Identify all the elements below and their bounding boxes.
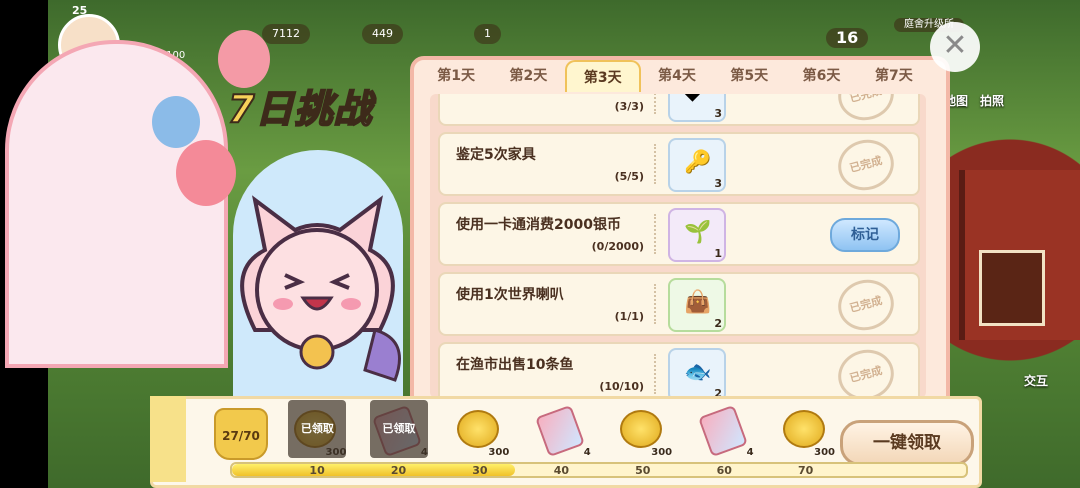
claim-all-button[interactable]: 一键领取 <box>840 420 974 466</box>
milestone-count: 4 <box>583 447 591 458</box>
task-reward[interactable]: ◆3 <box>668 94 726 122</box>
task-reward[interactable]: 🌱 1 <box>668 208 726 262</box>
milestone-reward[interactable]: 300 <box>777 400 835 458</box>
milestone-tick: 70 <box>798 464 814 477</box>
close-icon: ✕ <box>942 28 968 63</box>
blue-item-icon: ◆ <box>684 94 701 105</box>
reward-bar-accent <box>150 396 186 482</box>
tab-day-1[interactable]: 第1天 <box>420 60 492 92</box>
task-divider <box>654 144 656 184</box>
task-row: 使用一卡通消费2000银币 (0/2000) 🌱 1 标记 <box>438 202 920 266</box>
currency-2: 449 <box>362 24 403 44</box>
tab-day-7[interactable]: 第7天 <box>858 60 930 92</box>
milestone-reward[interactable]: 4 <box>696 400 754 458</box>
task-progress: (0/2000) <box>591 240 644 253</box>
milestone-tick: 60 <box>716 464 732 477</box>
task-progress: (1/1) <box>614 310 644 323</box>
coin-icon <box>457 410 500 448</box>
currency-3: 1 <box>474 24 501 44</box>
reward-count: 1 <box>714 247 722 260</box>
task-divider <box>654 284 656 324</box>
reward-count: 2 <box>714 317 722 330</box>
milestone-reward[interactable]: 300 <box>614 400 672 458</box>
task-row: 在渔市出售10条鱼 (10/10) 🐟 2 已完成 <box>438 342 920 398</box>
rattle-icon: 🔑 <box>684 150 712 175</box>
tab-day-6[interactable]: 第6天 <box>785 60 857 92</box>
fish-icon: 🐟 <box>684 360 712 385</box>
task-reward[interactable]: 👜 2 <box>668 278 726 332</box>
completed-stamp: 已完成 <box>832 94 900 127</box>
progress-track <box>230 462 968 478</box>
reward-count: 3 <box>714 177 722 190</box>
balloon-blue <box>152 96 200 148</box>
claimed-overlay: 已领取 <box>288 400 347 458</box>
task-row: (3/3)◆3已完成 <box>438 94 920 127</box>
barn-door <box>979 250 1045 326</box>
task-name: 使用一卡通消费2000银币 <box>456 217 621 233</box>
scroll-icon <box>534 404 585 458</box>
task-name: 在渔市出售10条鱼 <box>456 357 574 373</box>
currency-1: 7112 <box>262 24 310 44</box>
milestone-reward[interactable]: 4已领取 <box>369 400 428 458</box>
mark-button[interactable]: 标记 <box>830 218 900 252</box>
milestone-count: 4 <box>746 447 754 458</box>
task-row: 鉴定5次家具 (5/5) 🔑 3 已完成 <box>438 132 920 197</box>
completed-stamp: 已完成 <box>832 343 900 398</box>
task-divider <box>654 354 656 394</box>
task-name: 使用1次世界喇叭 <box>456 287 564 303</box>
task-row: 使用1次世界喇叭 (1/1) 👜 2 已完成 <box>438 272 920 337</box>
tab-day-5[interactable]: 第5天 <box>713 60 785 92</box>
challenge-title: 7日挑战 <box>227 86 373 132</box>
coin-icon <box>783 410 825 448</box>
completed-stamp: 已完成 <box>832 133 900 197</box>
milestone-tick: 50 <box>635 464 651 477</box>
money-bag-icon: 👜 <box>684 290 712 315</box>
task-name: 鉴定5次家具 <box>456 147 536 163</box>
task-reward[interactable]: 🐟 2 <box>668 348 726 398</box>
milestone-tick: 20 <box>390 464 407 477</box>
milestone-reward[interactable]: 4 <box>533 400 591 458</box>
activity-score: 27/70 <box>214 408 268 460</box>
claimed-overlay: 已领取 <box>369 400 428 458</box>
milestone-reward[interactable]: 300已领取 <box>288 400 347 458</box>
cat-mascot <box>240 195 401 382</box>
task-progress: (3/3) <box>614 100 644 113</box>
interact-label[interactable]: 交互 <box>1024 372 1048 389</box>
tab-day-4[interactable]: 第4天 <box>641 60 713 92</box>
task-progress: (5/5) <box>614 170 644 183</box>
photo-label[interactable]: 拍照 <box>980 92 1004 109</box>
close-button[interactable]: ✕ <box>930 22 980 72</box>
reward-count: 3 <box>714 107 722 120</box>
task-divider <box>654 94 656 114</box>
milestone-tick: 40 <box>553 464 570 477</box>
task-progress: (10/10) <box>599 380 644 393</box>
milestone-count: 300 <box>488 447 510 458</box>
tab-day-2[interactable]: 第2天 <box>492 60 564 92</box>
task-reward[interactable]: 🔑 3 <box>668 138 726 192</box>
milestone-count: 300 <box>651 447 673 458</box>
scroll-icon <box>697 404 748 458</box>
task-list[interactable]: (3/3)◆3已完成鉴定5次家具(5/5)🔑3已完成使用一卡通消费2000银币(… <box>430 94 926 398</box>
tab-day-3[interactable]: 第3天 <box>564 60 641 92</box>
milestone-count: 300 <box>814 447 835 458</box>
task-divider <box>654 214 656 254</box>
milestone-tick: 30 <box>472 464 488 477</box>
player-level: 25 <box>72 4 88 17</box>
challenge-arch <box>5 40 228 368</box>
bean-sprout-icon: 🌱 <box>684 220 712 245</box>
day-counter: 16 <box>826 28 869 48</box>
milestone-tick: 10 <box>309 464 325 477</box>
completed-stamp: 已完成 <box>832 273 900 337</box>
milestone-reward[interactable]: 300 <box>451 400 509 458</box>
day-tabs: 第1天 第2天 第3天 第4天 第5天 第6天 第7天 <box>420 60 930 92</box>
coin-icon <box>620 410 663 448</box>
